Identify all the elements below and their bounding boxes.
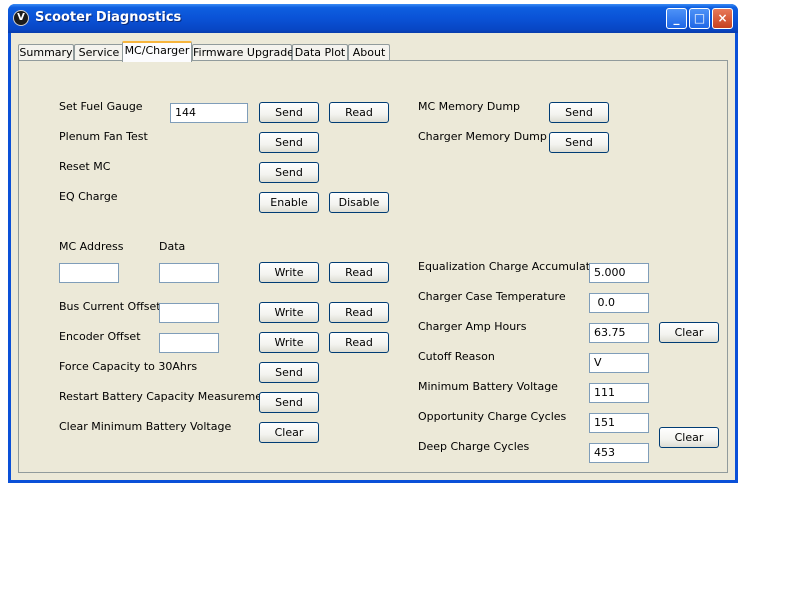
plenum-fan-send-button[interactable]: Send [259,132,319,153]
min-battery-voltage-field[interactable]: 111 [589,383,649,403]
eq-charge-disable-button[interactable]: Disable [329,192,389,213]
bus-current-write-button[interactable]: Write [259,302,319,323]
tab-firmware-upgrade[interactable]: Firmware Upgrade [192,44,294,61]
restart-battery-capacity-label: Restart Battery Capacity Measurement [59,390,274,403]
encoder-write-button[interactable]: Write [259,332,319,353]
title-bar[interactable]: V Scooter Diagnostics _ □ × [8,4,738,33]
clear-min-voltage-button[interactable]: Clear [259,422,319,443]
eq-accumulator-field[interactable]: 5.000 [589,263,649,283]
reset-mc-label: Reset MC [59,160,111,173]
charger-memory-dump-send-button[interactable]: Send [549,132,609,153]
close-button[interactable]: × [712,8,733,29]
charger-amp-hours-label: Charger Amp Hours [418,320,527,333]
fuel-gauge-send-button[interactable]: Send [259,102,319,123]
tab-summary[interactable]: Summary [18,44,74,61]
mc-address-field[interactable] [59,263,119,283]
set-fuel-gauge-label: Set Fuel Gauge [59,100,143,113]
charger-case-temp-field[interactable]: 0.0 [589,293,649,313]
amp-hours-clear-button[interactable]: Clear [659,322,719,343]
bus-current-read-button[interactable]: Read [329,302,389,323]
reset-mc-send-button[interactable]: Send [259,162,319,183]
window-title: Scooter Diagnostics [35,10,182,25]
min-battery-voltage-label: Minimum Battery Voltage [418,380,558,393]
maximize-button[interactable]: □ [689,8,710,29]
client-area: Summary Service MC/Charger Firmware Upgr… [11,33,735,480]
minimize-button[interactable]: _ [666,8,687,29]
opportunity-cycles-field[interactable]: 151 [589,413,649,433]
app-window: V Scooter Diagnostics _ □ × Summary Serv… [8,4,738,483]
cutoff-reason-field[interactable]: V [589,353,649,373]
mc-memory-dump-send-button[interactable]: Send [549,102,609,123]
mc-data-write-button[interactable]: Write [259,262,319,283]
bus-current-offset-field[interactable] [159,303,219,323]
fuel-gauge-field[interactable]: 144 [170,103,248,123]
charger-case-temp-label: Charger Case Temperature [418,290,566,303]
tab-about[interactable]: About [348,44,390,61]
encoder-read-button[interactable]: Read [329,332,389,353]
eq-accumulator-label: Equalization Charge Accumulator [418,260,602,273]
clear-min-voltage-label: Clear Minimum Battery Voltage [59,420,232,433]
mc-charger-panel: Set Fuel Gauge 144 Send Read Plenum Fan … [18,60,728,473]
charge-cycles-clear-button[interactable]: Clear [659,427,719,448]
deep-charge-cycles-field[interactable]: 453 [589,443,649,463]
plenum-fan-test-label: Plenum Fan Test [59,130,148,143]
force-capacity-send-button[interactable]: Send [259,362,319,383]
mc-memory-dump-label: MC Memory Dump [418,100,521,113]
eq-charge-enable-button[interactable]: Enable [259,192,319,213]
tab-mc-charger[interactable]: MC/Charger [122,41,192,62]
scooter-logo-icon[interactable]: V [13,10,29,26]
restart-battery-send-button[interactable]: Send [259,392,319,413]
data-label: Data [159,240,186,253]
charger-amp-hours-field[interactable]: 63.75 [589,323,649,343]
encoder-offset-label: Encoder Offset [59,330,141,343]
opportunity-cycles-label: Opportunity Charge Cycles [418,410,567,423]
deep-charge-cycles-label: Deep Charge Cycles [418,440,530,453]
data-field[interactable] [159,263,219,283]
fuel-gauge-read-button[interactable]: Read [329,102,389,123]
force-capacity-label: Force Capacity to 30Ahrs [59,360,198,373]
charger-memory-dump-label: Charger Memory Dump [418,130,547,143]
cutoff-reason-label: Cutoff Reason [418,350,495,363]
encoder-offset-field[interactable] [159,333,219,353]
bus-current-offset-label: Bus Current Offset [59,300,161,313]
mc-address-label: MC Address [59,240,124,253]
tab-data-plot[interactable]: Data Plot [292,44,348,61]
mc-data-read-button[interactable]: Read [329,262,389,283]
eq-charge-label: EQ Charge [59,190,118,203]
tab-service[interactable]: Service [74,44,124,61]
